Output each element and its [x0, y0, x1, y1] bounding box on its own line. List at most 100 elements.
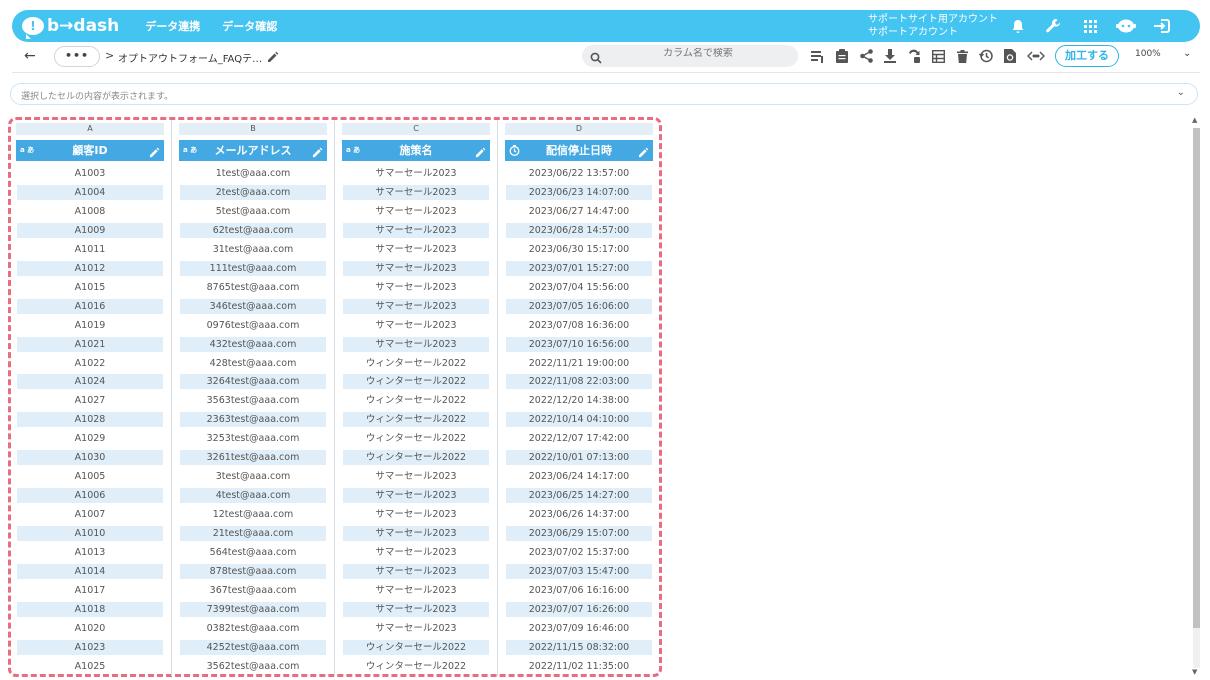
table-cell[interactable]: 2023/07/09 16:46:00 — [506, 621, 652, 636]
table-cell[interactable]: ウィンターセール2022 — [343, 412, 489, 428]
table-cell[interactable]: 2022/12/07 17:42:00 — [506, 431, 652, 446]
table-cell[interactable]: サマーセール2023 — [343, 526, 489, 542]
edit-column-pencil-icon[interactable] — [149, 144, 160, 165]
table-cell[interactable]: 0976test@aaa.com — [180, 318, 326, 333]
table-cell[interactable]: 2022/12/20 14:38:00 — [506, 393, 652, 408]
share-icon[interactable] — [858, 48, 874, 64]
column-divider[interactable] — [334, 120, 335, 676]
table-cell[interactable]: A1025 — [17, 659, 163, 674]
table-cell[interactable]: 2023/06/24 14:17:00 — [506, 469, 652, 484]
table-cell[interactable]: サマーセール2023 — [343, 222, 489, 238]
table-cell[interactable]: 2023/07/08 16:36:00 — [506, 318, 652, 333]
table-cell[interactable]: ウィンターセール2022 — [343, 450, 489, 466]
column-search[interactable] — [582, 45, 798, 67]
table-cell[interactable]: 2023/06/28 14:57:00 — [506, 222, 652, 238]
table-cell[interactable]: A1009 — [17, 222, 163, 238]
table-cell[interactable]: A1016 — [17, 298, 163, 314]
table-cell[interactable]: A1029 — [17, 431, 163, 446]
edit-column-pencil-icon[interactable] — [475, 144, 486, 165]
table-cell[interactable]: A1028 — [17, 412, 163, 428]
table-cell[interactable]: 2023/07/05 16:06:00 — [506, 298, 652, 314]
clipboard-icon[interactable] — [834, 48, 850, 64]
table-cell[interactable]: 31test@aaa.com — [180, 242, 326, 257]
table-cell[interactable]: 21test@aaa.com — [180, 526, 326, 542]
table-cell[interactable]: サマーセール2023 — [343, 545, 489, 560]
table-cell[interactable]: A1024 — [17, 374, 163, 390]
table-cell[interactable]: A1022 — [17, 356, 163, 371]
table-cell[interactable]: ウィンターセール2022 — [343, 393, 489, 408]
column-settings-icon[interactable] — [810, 48, 826, 64]
bell-icon[interactable] — [1008, 16, 1028, 36]
column-divider[interactable] — [171, 120, 172, 676]
cell-content-bar[interactable]: 選択したセルの内容が表示されます。 ⌄ — [10, 83, 1198, 105]
table-cell[interactable]: A1010 — [17, 526, 163, 542]
table-cell[interactable]: A1020 — [17, 621, 163, 636]
table-cell[interactable]: 4test@aaa.com — [180, 488, 326, 504]
table-cell[interactable]: 2023/07/03 15:47:00 — [506, 563, 652, 579]
table-cell[interactable]: A1012 — [17, 260, 163, 276]
table-cell[interactable]: 2023/06/27 14:47:00 — [506, 204, 652, 219]
table-cell[interactable]: ウィンターセール2022 — [343, 374, 489, 390]
process-button[interactable]: 加工する — [1055, 45, 1119, 67]
table-cell[interactable]: A1023 — [17, 639, 163, 655]
zoom-select[interactable]: 100% — [1135, 49, 1161, 59]
table-cell[interactable]: 5test@aaa.com — [180, 204, 326, 219]
table-cell[interactable]: 2023/06/30 15:17:00 — [506, 242, 652, 257]
table-cell[interactable]: 1test@aaa.com — [180, 166, 326, 181]
nav-data-integration[interactable]: データ連携 — [145, 18, 200, 34]
back-arrow-icon[interactable]: ← — [24, 48, 36, 64]
support-chat-icon[interactable] — [1116, 16, 1136, 36]
table-cell[interactable]: 0382test@aaa.com — [180, 621, 326, 636]
table-cell[interactable]: A1011 — [17, 242, 163, 257]
table-cell[interactable]: A1013 — [17, 545, 163, 560]
table-cell[interactable]: A1030 — [17, 450, 163, 466]
table-cell[interactable]: 3261test@aaa.com — [180, 450, 326, 466]
vertical-scrollbar[interactable]: ▲ ▼ — [1191, 116, 1201, 680]
table-cell[interactable]: サマーセール2023 — [343, 507, 489, 522]
table-cell[interactable]: 2022/11/21 19:00:00 — [506, 356, 652, 371]
edit-column-pencil-icon[interactable] — [312, 144, 323, 165]
table-cell[interactable]: サマーセール2023 — [343, 488, 489, 504]
download-icon[interactable] — [882, 48, 898, 64]
table-cell[interactable]: A1021 — [17, 336, 163, 352]
transfer-icon[interactable] — [906, 48, 922, 64]
code-embed-icon[interactable] — [1026, 48, 1046, 64]
zoom-chevron-down-icon[interactable]: ⌄ — [1183, 48, 1191, 59]
table-cell[interactable]: サマーセール2023 — [343, 621, 489, 636]
table-cell[interactable]: 2022/11/02 11:35:00 — [506, 659, 652, 674]
table-cell[interactable]: 7399test@aaa.com — [180, 601, 326, 617]
table-cell[interactable]: 2023/06/26 14:37:00 — [506, 507, 652, 522]
table-cell[interactable]: サマーセール2023 — [343, 260, 489, 276]
table-cell[interactable]: A1018 — [17, 601, 163, 617]
scroll-down-arrow-icon[interactable]: ▼ — [1192, 668, 1197, 676]
edit-column-pencil-icon[interactable] — [638, 144, 649, 165]
table-cell[interactable]: 2022/10/14 04:10:00 — [506, 412, 652, 428]
table-cell[interactable]: サマーセール2023 — [343, 204, 489, 219]
table-cell[interactable]: サマーセール2023 — [343, 469, 489, 484]
scroll-up-arrow-icon[interactable]: ▲ — [1192, 116, 1197, 124]
table-cell[interactable]: 8765test@aaa.com — [180, 280, 326, 295]
column-search-input[interactable] — [608, 48, 788, 59]
table-cell[interactable]: A1006 — [17, 488, 163, 504]
table-cell[interactable]: A1008 — [17, 204, 163, 219]
table-cell[interactable]: 62test@aaa.com — [180, 222, 326, 238]
table-cell[interactable]: A1019 — [17, 318, 163, 333]
table-cell[interactable]: 3253test@aaa.com — [180, 431, 326, 446]
table-cell[interactable]: サマーセール2023 — [343, 242, 489, 257]
bdash-logo[interactable]: ! b→dash — [22, 16, 119, 39]
table-cell[interactable]: 3264test@aaa.com — [180, 374, 326, 390]
table-cell[interactable]: A1015 — [17, 280, 163, 295]
table-cell[interactable]: 2022/10/01 07:13:00 — [506, 450, 652, 466]
table-cell[interactable]: A1005 — [17, 469, 163, 484]
table-cell[interactable]: 2022/11/15 08:32:00 — [506, 639, 652, 655]
scroll-thumb[interactable] — [1193, 128, 1200, 628]
table-cell[interactable]: A1017 — [17, 583, 163, 598]
account-info[interactable]: サポートサイト用アカウント サポートアカウント — [868, 13, 998, 39]
table-cell[interactable]: 12test@aaa.com — [180, 507, 326, 522]
table-cell[interactable]: ウィンターセール2022 — [343, 431, 489, 446]
apps-grid-icon[interactable] — [1080, 16, 1100, 36]
table-cell[interactable]: A1027 — [17, 393, 163, 408]
table-cell[interactable]: 2023/07/02 15:37:00 — [506, 545, 652, 560]
table-cell[interactable]: 2023/07/01 15:27:00 — [506, 260, 652, 276]
refresh-file-icon[interactable] — [1002, 48, 1018, 64]
